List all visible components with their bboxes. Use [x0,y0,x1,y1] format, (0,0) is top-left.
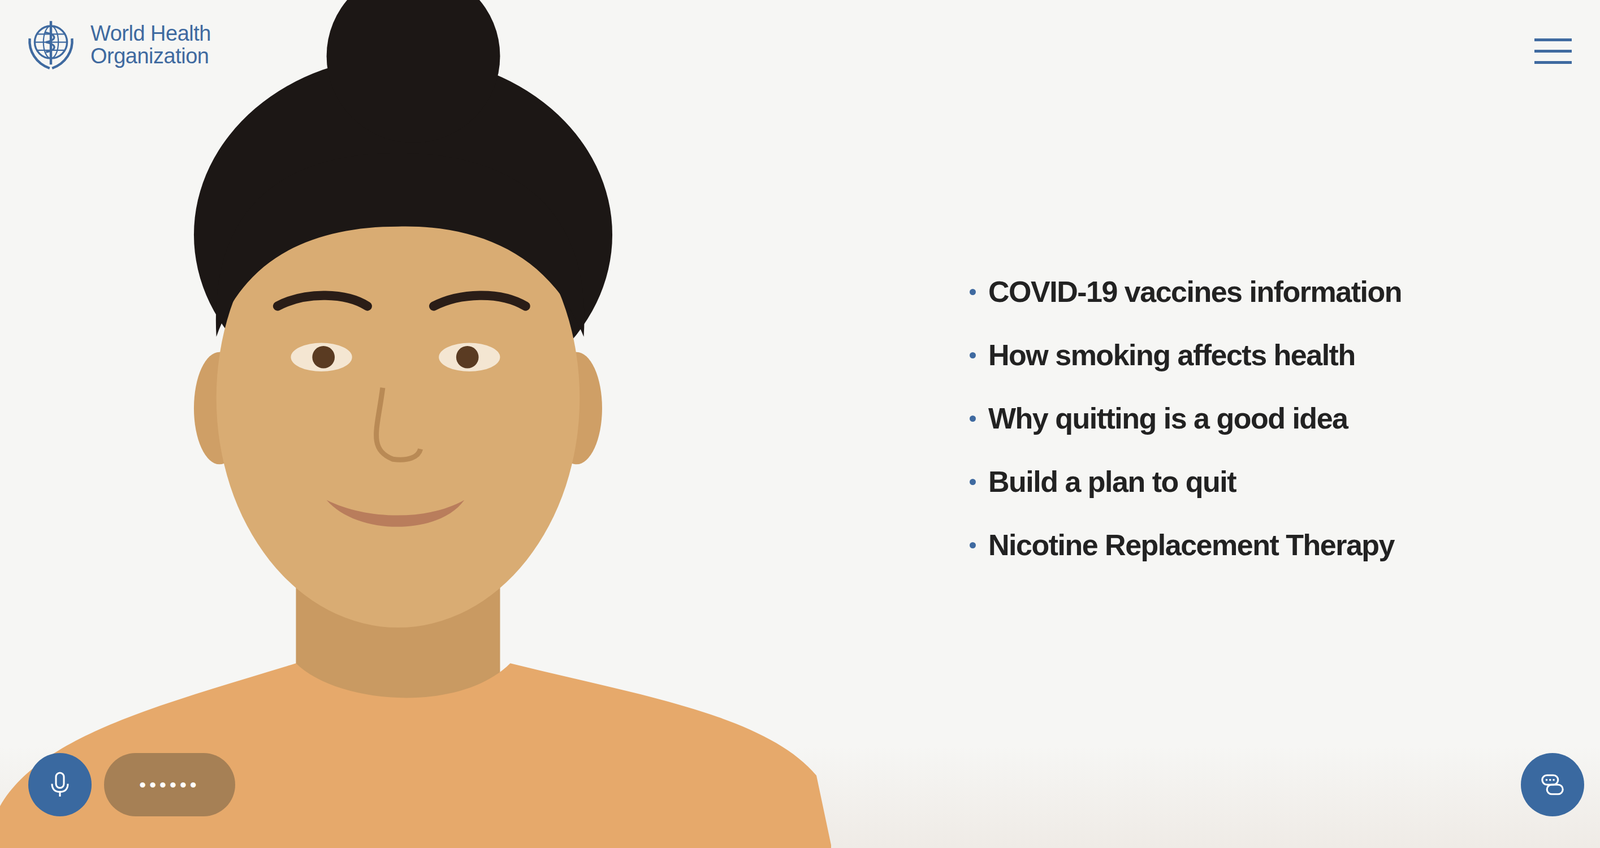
microphone-button[interactable] [28,753,92,817]
logo-line: Organization [90,44,211,68]
voice-controls: •••••• [28,753,236,817]
topic-list: COVID-19 vaccines information How smokin… [969,273,1402,564]
topic-label[interactable]: Why quitting is a good idea [988,401,1348,436]
logo-line: World Health [90,22,211,45]
bullet-dot [969,542,976,549]
who-emblem-icon [16,13,85,76]
chat-bubbles-icon [1536,768,1569,801]
topic-label[interactable]: How smoking affects health [988,338,1356,373]
topic-label[interactable]: Build a plan to quit [988,464,1236,499]
avatar-image [0,0,832,848]
microphone-icon [44,768,76,801]
topic-label[interactable]: Nicotine Replacement Therapy [988,528,1395,562]
topic-item[interactable]: Build a plan to quit [969,463,1402,500]
page: COVID-19 vaccines information How smokin… [0,0,1600,848]
topic-item[interactable]: How smoking affects health [969,336,1402,374]
indicator-dots: •••••• [139,773,200,797]
bullet-dot [969,288,976,296]
bullet-dot [969,352,976,359]
hamburger-icon [1534,37,1572,65]
chat-button[interactable] [1520,753,1585,817]
bullet-dot [969,415,976,422]
logo-text: World Health Organization [90,22,211,68]
topic-item[interactable]: COVID-19 vaccines information [969,273,1402,310]
avatar [0,0,832,848]
voice-indicator: •••••• [104,753,236,817]
topic-label[interactable]: COVID-19 vaccines information [988,274,1402,309]
topics-panel: COVID-19 vaccines information How smokin… [831,0,1600,848]
bullet-dot [969,478,976,486]
who-logo[interactable]: World Health Organization [16,13,211,76]
topic-item[interactable]: Nicotine Replacement Therapy [969,526,1402,564]
menu-button[interactable] [1534,37,1572,65]
topic-item[interactable]: Why quitting is a good idea [969,400,1402,437]
